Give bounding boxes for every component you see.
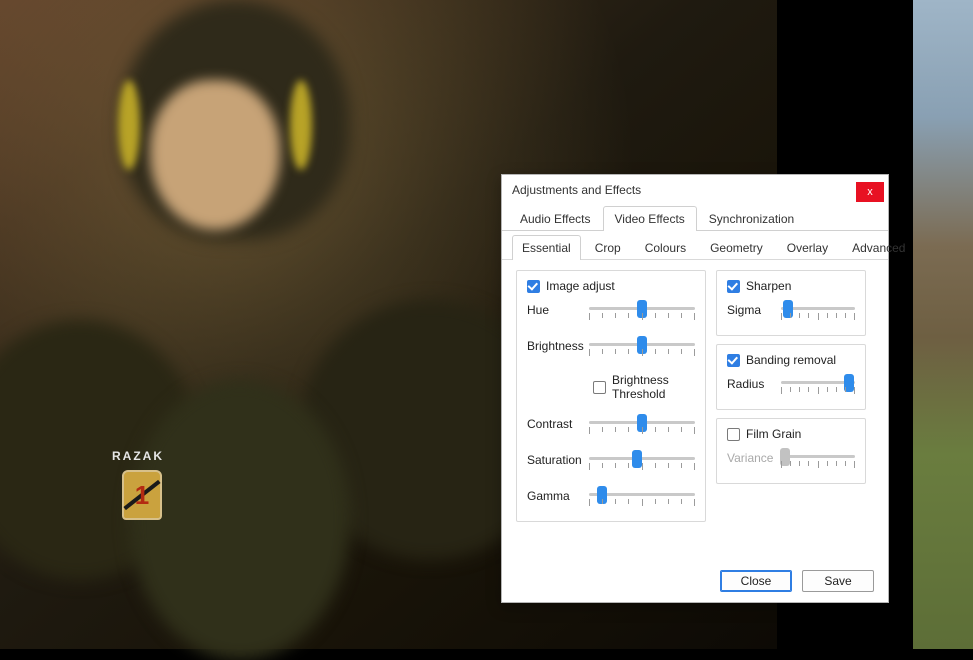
contrast-label: Contrast <box>527 415 581 431</box>
arm-patch: 1 <box>122 470 162 520</box>
sharpen-checkbox[interactable] <box>727 280 740 293</box>
brightness-slider[interactable] <box>589 337 695 359</box>
tab-colours[interactable]: Colours <box>635 235 696 260</box>
close-dialog-button[interactable]: Close <box>720 570 792 592</box>
decor-face <box>150 80 280 230</box>
variance-label: Variance <box>727 449 773 465</box>
tab-video-effects[interactable]: Video Effects <box>603 206 697 231</box>
dialog-button-row: Close Save <box>720 570 874 592</box>
banding-removal-label: Banding removal <box>746 353 836 367</box>
dialog-title: Adjustments and Effects <box>512 183 641 197</box>
variance-slider <box>781 449 855 471</box>
primary-tabs: Audio Effects Video Effects Synchronizat… <box>502 205 888 231</box>
save-button[interactable]: Save <box>802 570 874 592</box>
radius-slider[interactable] <box>781 375 855 397</box>
sigma-label: Sigma <box>727 301 773 317</box>
brightness-threshold-checkbox[interactable] <box>593 381 606 394</box>
tab-crop[interactable]: Crop <box>585 235 631 260</box>
hue-slider[interactable] <box>589 301 695 323</box>
secondary-tabs: Essential Crop Colours Geometry Overlay … <box>502 231 888 260</box>
saturation-slider[interactable] <box>589 451 695 473</box>
group-banding-removal: Banding removal Radius <box>716 344 866 410</box>
sigma-slider[interactable] <box>781 301 855 323</box>
film-grain-label: Film Grain <box>746 427 801 441</box>
sharpen-label: Sharpen <box>746 279 791 293</box>
adjustments-effects-dialog: Adjustments and Effects x Audio Effects … <box>501 174 889 603</box>
tab-synchronization[interactable]: Synchronization <box>697 206 806 231</box>
gamma-label: Gamma <box>527 487 581 503</box>
group-image-adjust: Image adjust Hue Brightness <box>516 270 706 522</box>
decor-visor <box>290 80 312 170</box>
banding-removal-checkbox[interactable] <box>727 354 740 367</box>
image-adjust-label: Image adjust <box>546 279 615 293</box>
close-button[interactable]: x <box>856 182 884 202</box>
tab-advanced[interactable]: Advanced <box>842 235 915 260</box>
contrast-slider[interactable] <box>589 415 695 437</box>
radius-label: Radius <box>727 375 773 391</box>
close-icon: x <box>867 186 873 198</box>
group-film-grain: Film Grain Variance <box>716 418 866 484</box>
decor-visor <box>118 80 140 170</box>
image-adjust-checkbox[interactable] <box>527 280 540 293</box>
brightness-threshold-label: Brightness Threshold <box>612 373 695 401</box>
patch-number: 1 <box>135 480 149 511</box>
brightness-label: Brightness <box>527 337 581 353</box>
tab-geometry[interactable]: Geometry <box>700 235 773 260</box>
titlebar[interactable]: Adjustments and Effects x <box>502 175 888 205</box>
gamma-slider[interactable] <box>589 487 695 509</box>
tab-essential[interactable]: Essential <box>512 235 581 260</box>
saturation-label: Saturation <box>527 451 581 467</box>
tab-audio-effects[interactable]: Audio Effects <box>508 206 603 231</box>
desktop-sliver <box>913 0 973 649</box>
tab-overlay[interactable]: Overlay <box>777 235 838 260</box>
group-sharpen: Sharpen Sigma <box>716 270 866 336</box>
film-grain-checkbox[interactable] <box>727 428 740 441</box>
hue-label: Hue <box>527 301 581 317</box>
decor-chest <box>130 380 350 660</box>
nameplate: RAZAK <box>112 449 164 463</box>
